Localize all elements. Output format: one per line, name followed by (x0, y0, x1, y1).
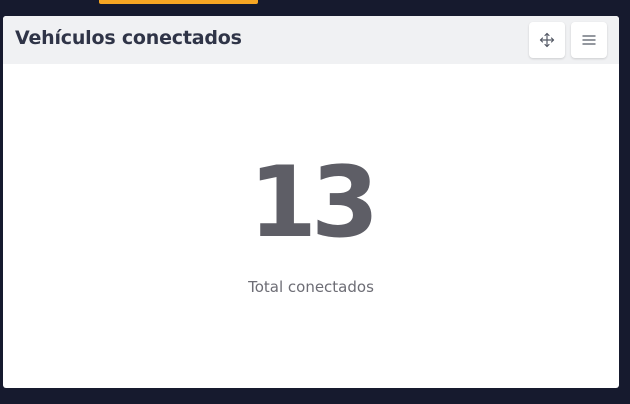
connected-count-label: Total conectados (248, 278, 374, 296)
hamburger-menu-icon (582, 34, 596, 46)
top-navigation-bar (0, 0, 630, 16)
widget-title: Vehículos conectados (15, 27, 242, 49)
move-arrows-icon (539, 32, 555, 48)
widget-header: Vehículos conectados (3, 16, 619, 64)
move-widget-button[interactable] (529, 22, 565, 58)
connected-count-value: 13 (248, 146, 379, 260)
active-tab-indicator (99, 0, 258, 4)
connected-vehicles-widget: Vehículos conectados 13 Total conectados (3, 16, 619, 388)
widget-menu-button[interactable] (571, 22, 607, 58)
